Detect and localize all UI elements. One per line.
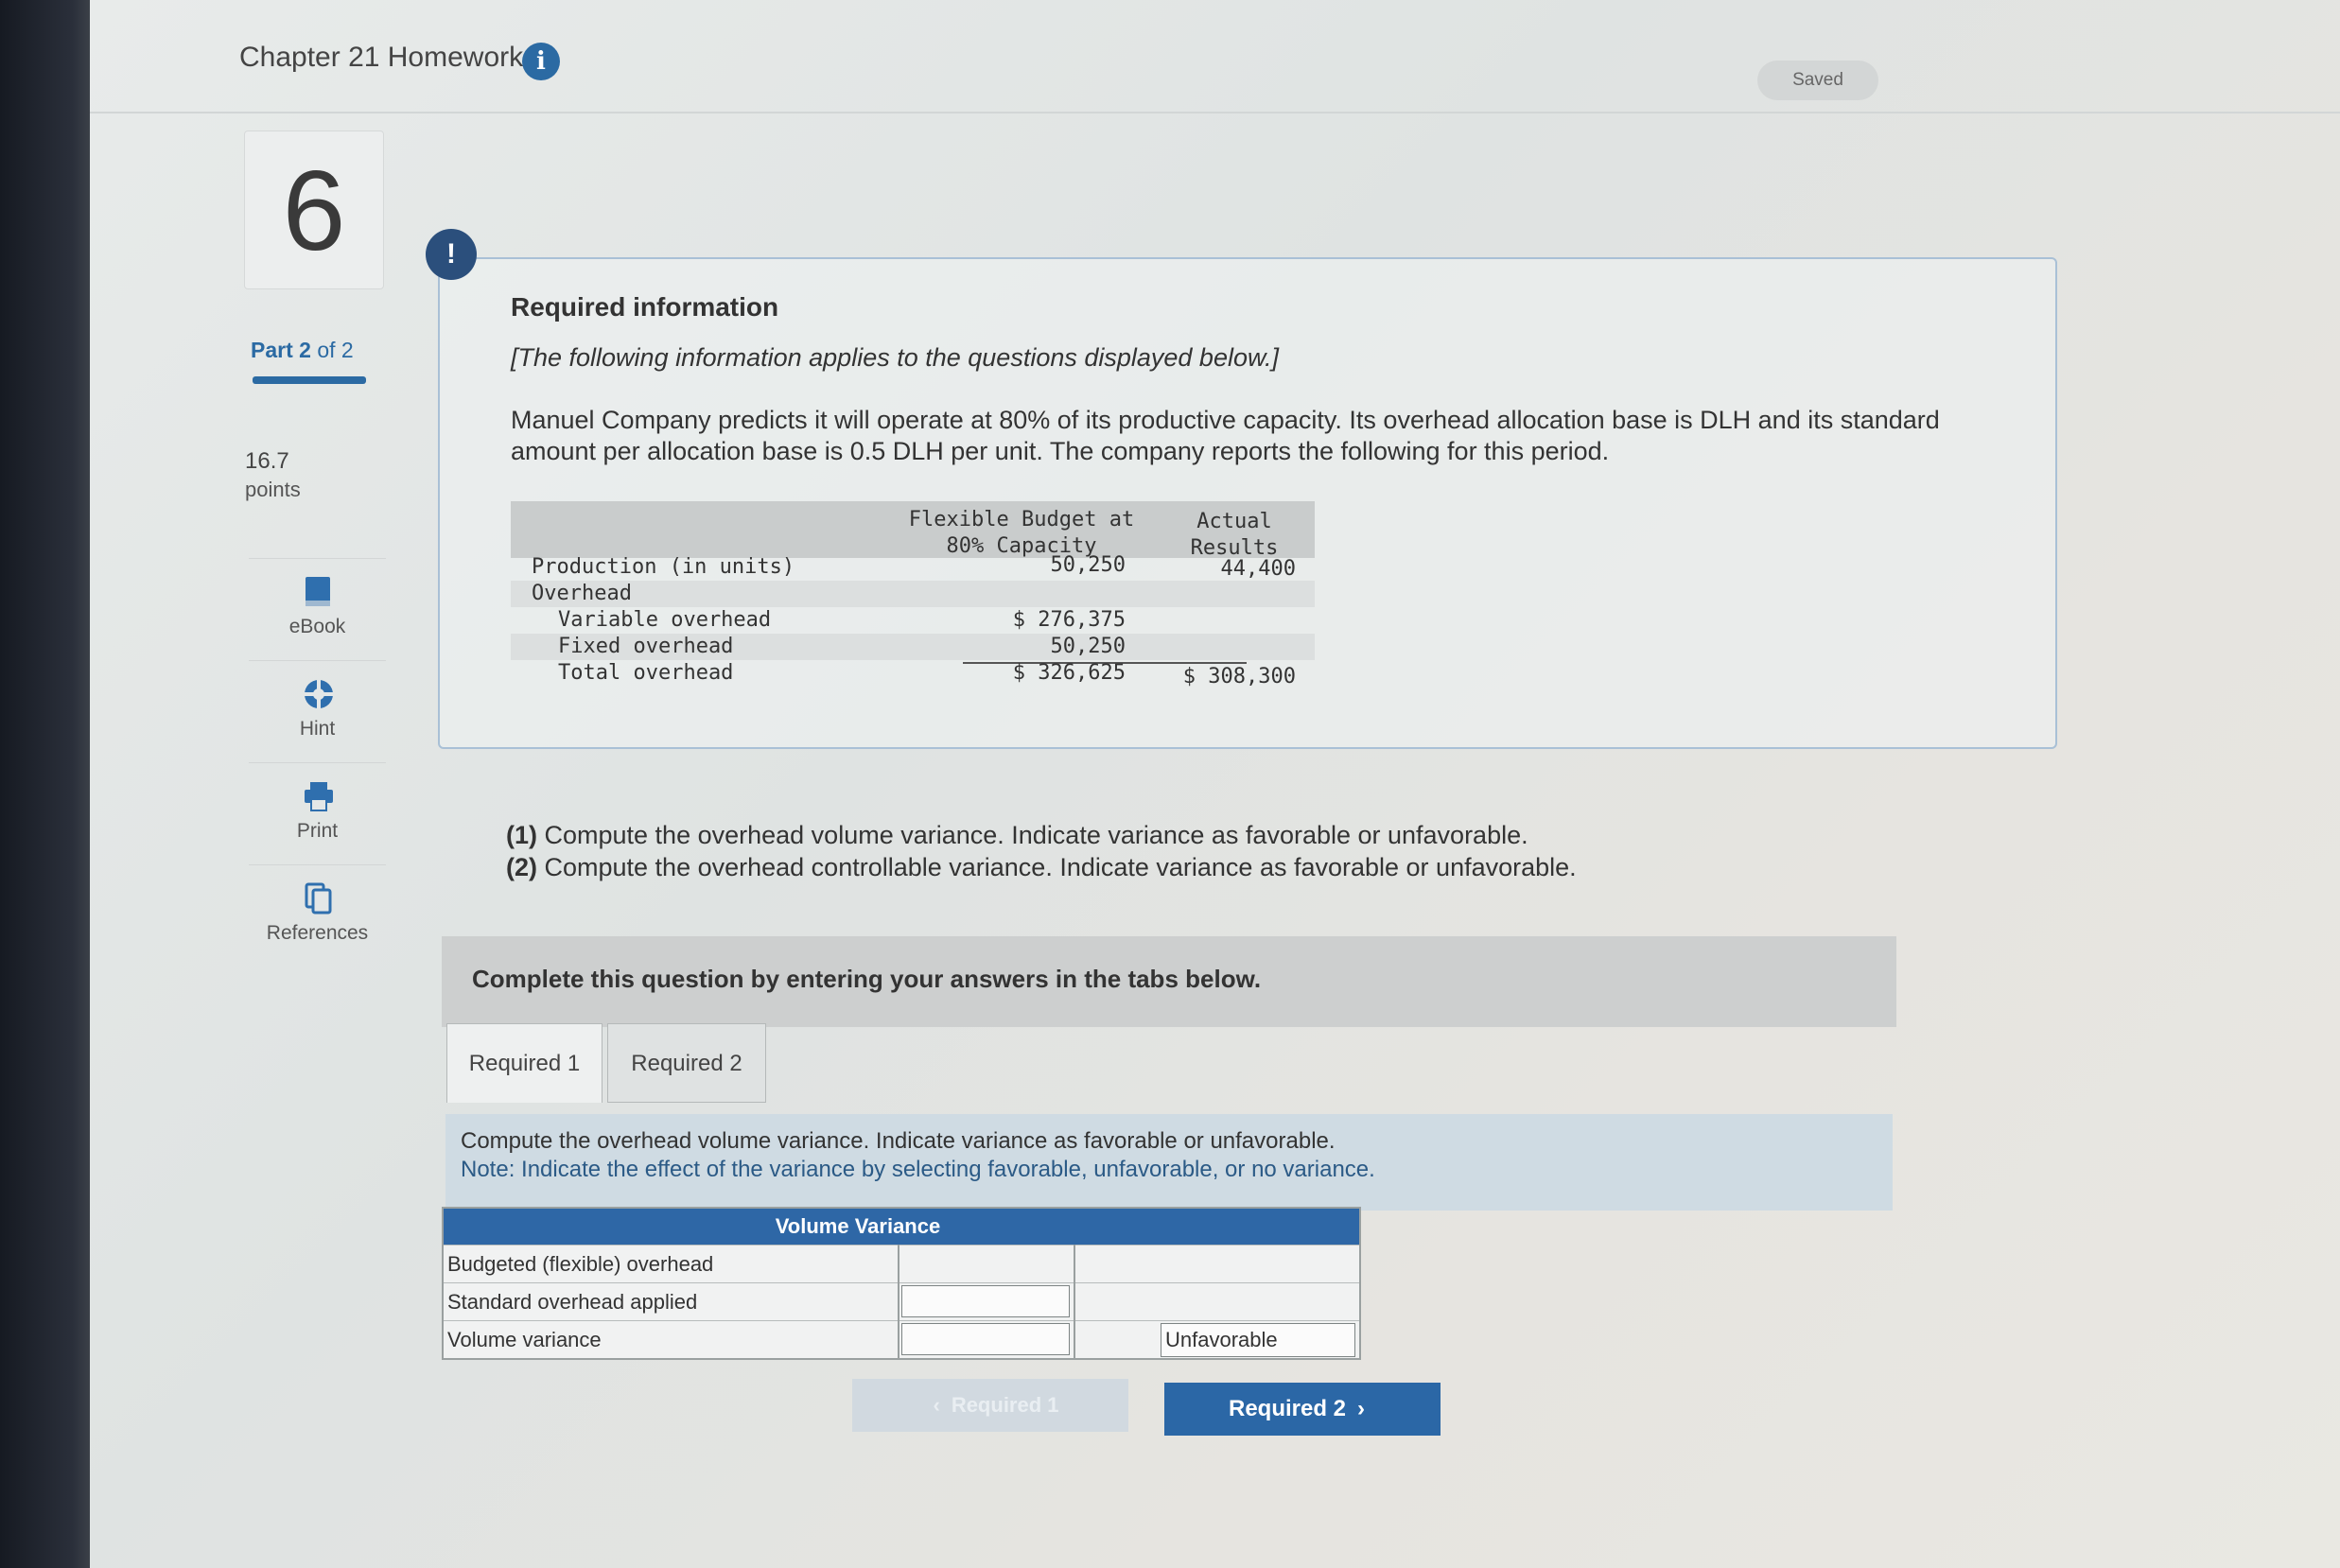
chevron-right-icon: › [1357, 1396, 1366, 1421]
header-divider [90, 112, 2340, 113]
volume-variance-label: Volume variance [447, 1328, 602, 1351]
budget-value: $ 276,375 [1012, 608, 1126, 632]
question-list: (1) Compute the overhead volume variance… [506, 819, 1577, 883]
hint-label: Hint [299, 718, 336, 740]
screen-bezel [0, 0, 90, 1568]
tab-instructions: Compute the overhead volume variance. In… [445, 1114, 1893, 1211]
standard-overhead-applied-label: Standard overhead applied [447, 1290, 698, 1314]
actual-value: 44,400 [1220, 557, 1296, 581]
table-row: Total overhead $ 326,625 $ 308,300 [511, 660, 1315, 688]
complete-instruction-bar: Complete this question by entering your … [442, 936, 1896, 1027]
chevron-left-icon: ‹ [933, 1393, 940, 1417]
budget-value: 50,250 [1050, 553, 1126, 577]
required-info-subtitle: [The following information applies to th… [511, 343, 1279, 372]
actual-value: $ 308,300 [1182, 665, 1296, 688]
info-icon[interactable]: i [522, 43, 560, 80]
table-row: Standard overhead applied [444, 1282, 1359, 1320]
volume-variance-input[interactable] [901, 1323, 1070, 1355]
question-2: (2) Compute the overhead controllable va… [506, 853, 1577, 881]
volume-variance-table: Volume Variance Budgeted (flexible) over… [442, 1207, 1361, 1360]
column-divider [1074, 1245, 1075, 1358]
instruction-text: Compute the overhead volume variance. In… [461, 1128, 1336, 1154]
points-label: points [245, 478, 301, 501]
table-row: Variable overhead $ 276,375 [511, 607, 1315, 634]
printer-icon [303, 780, 333, 812]
required-info-body: Manuel Company predicts it will operate … [511, 406, 1940, 465]
question-1: (1) Compute the overhead volume variance… [506, 821, 1528, 849]
next-required-button[interactable]: Required 2 › [1164, 1383, 1441, 1436]
row-label: Total overhead [558, 661, 734, 685]
book-icon [303, 576, 333, 608]
standard-overhead-applied-input[interactable] [901, 1285, 1070, 1317]
ebook-button[interactable]: eBook [249, 558, 386, 660]
required-info-title: Required information [511, 292, 779, 322]
row-label: Fixed overhead [558, 635, 734, 658]
table-row: Fixed overhead 50,250 [511, 634, 1315, 660]
references-label: References [266, 922, 369, 944]
table-row: Production (in units) 50,250 44,400 [511, 553, 1315, 581]
ebook-label: eBook [288, 616, 346, 637]
part-progress-bar [253, 376, 366, 384]
row-label: Production (in units) [532, 555, 795, 579]
tool-sidebar: eBook Hint Print References [249, 558, 386, 967]
homework-page: Chapter 21 Homework i Saved 6 Part 2 of … [90, 0, 2340, 1568]
print-label: Print [296, 820, 339, 842]
table-header: Flexible Budget at 80% Capacity Actual Res… [511, 501, 1315, 560]
references-button[interactable]: References [249, 864, 386, 967]
part-indicator: Part 2 of 2 [251, 338, 354, 363]
volume-variance-header: Volume Variance [444, 1209, 1359, 1245]
print-button[interactable]: Print [249, 762, 386, 864]
question-number: 6 [244, 131, 384, 289]
lifebuoy-icon [303, 678, 333, 710]
table-row: Overhead [511, 581, 1315, 607]
part-current: Part 2 [251, 338, 311, 362]
assignment-title: Chapter 21 Homework [239, 42, 524, 73]
hint-button[interactable]: Hint [249, 660, 386, 762]
documents-icon [303, 882, 333, 915]
instruction-note: Note: Indicate the effect of the varianc… [461, 1157, 1375, 1182]
budget-value: $ 326,625 [1012, 661, 1126, 685]
budgeted-overhead-label: Budgeted (flexible) overhead [447, 1252, 714, 1276]
points-value: 16.7 [245, 448, 289, 474]
complete-instruction-text: Complete this question by entering your … [472, 965, 1262, 993]
previous-required-button[interactable]: ‹ Required 1 [852, 1379, 1128, 1432]
row-label: Overhead [532, 582, 632, 605]
part-total: of 2 [310, 338, 354, 362]
tab-required-2[interactable]: Required 2 [607, 1023, 766, 1103]
column-divider [898, 1245, 899, 1358]
row-label: Variable overhead [558, 608, 772, 632]
budget-value: 50,250 [1050, 635, 1126, 658]
volume-variance-effect-select[interactable]: Unfavorable [1161, 1323, 1355, 1357]
tab-required-1[interactable]: Required 1 [446, 1023, 602, 1103]
table-row: Budgeted (flexible) overhead [444, 1245, 1359, 1282]
saved-status-badge: Saved [1757, 61, 1878, 100]
budgeted-overhead-input[interactable] [903, 1247, 1079, 1280]
alert-icon: ! [426, 229, 477, 280]
table-row: Volume variance Unfavorable [444, 1320, 1359, 1358]
